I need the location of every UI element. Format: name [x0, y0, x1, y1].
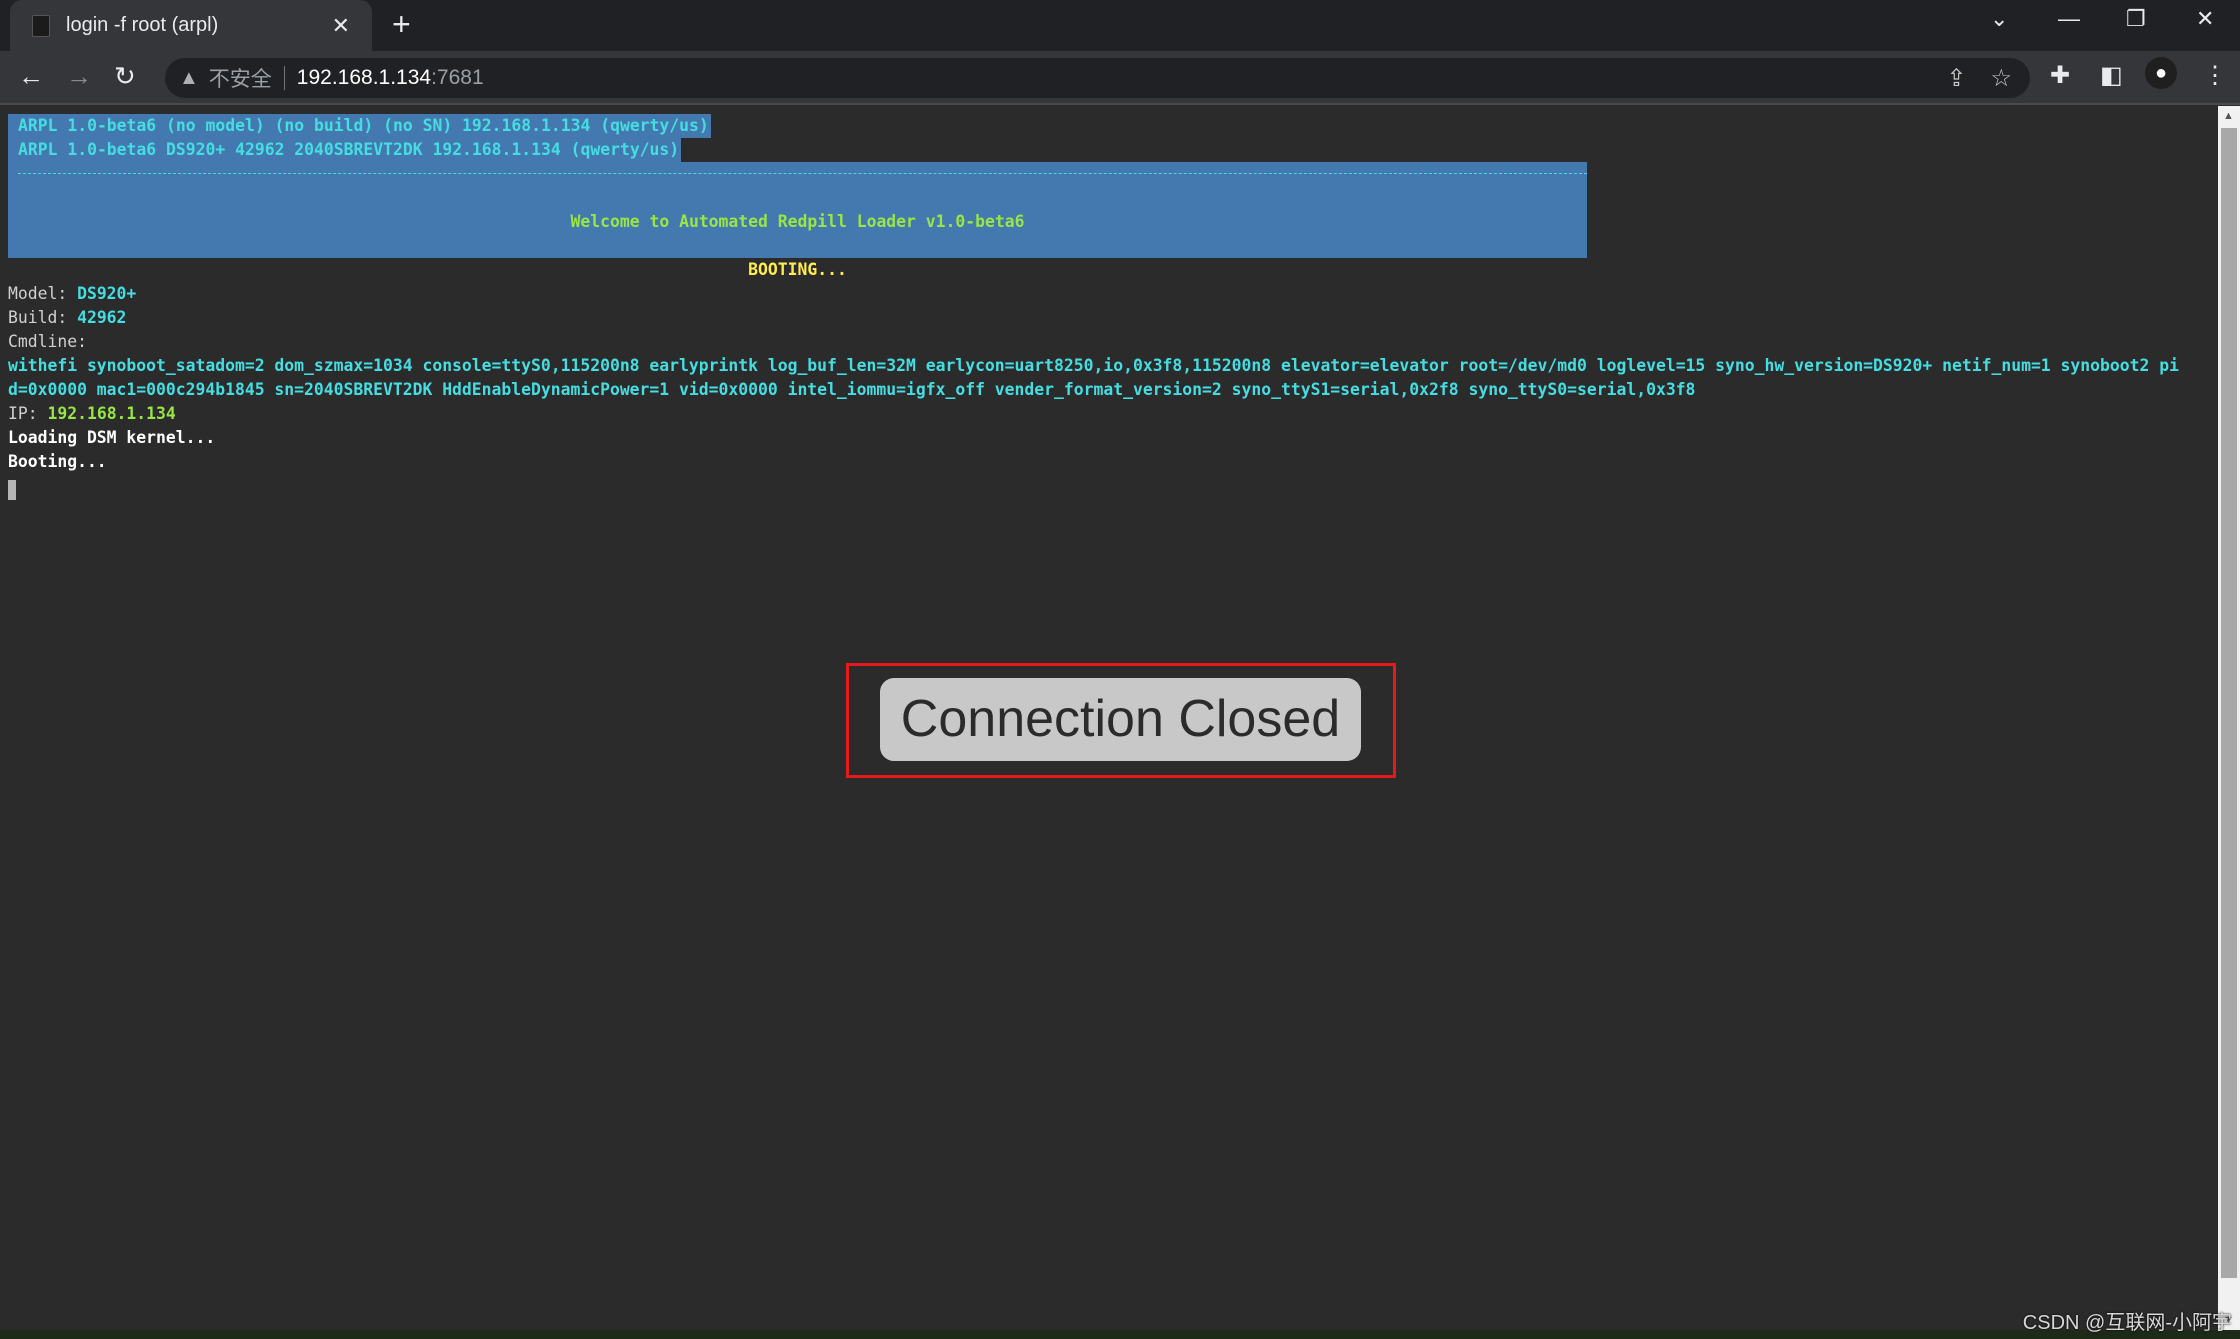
connection-closed-message: Connection Closed: [880, 678, 1361, 761]
toolbar: ← → ↻ ▲ 不安全 192.168.1.134 :7681 ⇪ ☆ ✚ ◧ …: [0, 51, 2240, 105]
cmdline-label: Cmdline:: [8, 332, 87, 351]
terminal-favicon-icon: [32, 14, 50, 37]
reload-icon[interactable]: ↻: [114, 61, 136, 92]
tab-close-icon[interactable]: ✕: [332, 13, 350, 39]
url-host: 192.168.1.134: [296, 66, 432, 89]
model-line: Model: DS920+: [8, 282, 136, 306]
tab-title: login -f root (arpl): [66, 14, 219, 36]
banner-divider: [18, 173, 1587, 174]
watermark: CSDN @互联网-小阿宇: [2022, 1312, 2232, 1334]
url-port: :7681: [431, 66, 484, 89]
back-icon[interactable]: ←: [18, 61, 44, 92]
extensions-puzzle-icon[interactable]: ✚: [2050, 61, 2070, 90]
address-bar[interactable]: ▲ 不安全 192.168.1.134 :7681 ⇪ ☆: [165, 58, 2030, 98]
share-icon[interactable]: ⇪: [1946, 64, 1966, 93]
bookmark-star-icon[interactable]: ☆: [1990, 64, 2012, 93]
tab-strip: login -f root (arpl) ✕ + ⌄ — ❐ ✕: [0, 0, 2240, 51]
booting-banner: BOOTING...: [748, 260, 847, 279]
scrollbar[interactable]: ▲ ▼: [2218, 106, 2240, 1330]
loading-line: Loading DSM kernel...: [8, 428, 216, 447]
restore-icon[interactable]: ❐: [2126, 6, 2146, 32]
status-header-2: ARPL 1.0-beta6 DS920+ 42962 2040SBREVT2D…: [8, 138, 682, 162]
build-value: 42962: [77, 308, 127, 327]
model-value: DS920+: [77, 284, 137, 303]
status-header-1: ARPL 1.0-beta6 (no model) (no build) (no…: [8, 114, 711, 138]
model-label: Model:: [8, 284, 78, 303]
side-panel-icon[interactable]: ◧: [2100, 61, 2123, 90]
connection-closed-highlight: Connection Closed: [846, 663, 1396, 778]
scroll-up-icon[interactable]: ▲: [2223, 110, 2234, 122]
divider: [283, 66, 285, 90]
build-line: Build: 42962: [8, 306, 126, 330]
build-label: Build:: [8, 308, 78, 327]
tab-active[interactable]: login -f root (arpl) ✕: [10, 0, 372, 51]
terminal-cursor: [8, 480, 16, 500]
minimize-icon[interactable]: —: [2058, 6, 2080, 32]
cmdline-line-2: d=0x0000 mac1=000c294b1845 sn=2040SBREVT…: [8, 380, 1696, 399]
warning-icon[interactable]: ▲: [179, 67, 199, 90]
welcome-text: Welcome to Automated Redpill Loader v1.0…: [570, 212, 1025, 231]
profile-avatar-icon[interactable]: ●: [2145, 57, 2177, 89]
scrollbar-thumb[interactable]: [2221, 128, 2237, 1278]
bottom-strip: [0, 1330, 2240, 1339]
ip-value: 192.168.1.134: [47, 404, 176, 423]
menu-kebab-icon[interactable]: ⋮: [2203, 61, 2227, 90]
ip-label: IP:: [8, 404, 48, 423]
forward-icon[interactable]: →: [66, 61, 92, 92]
booting-line: Booting...: [8, 452, 107, 471]
tab-search-chevron-icon[interactable]: ⌄: [1990, 6, 2008, 32]
new-tab-button[interactable]: +: [392, 8, 411, 40]
cmdline-line-1: withefi synoboot_satadom=2 dom_szmax=103…: [8, 356, 2179, 375]
ip-line: IP: 192.168.1.134: [8, 402, 176, 426]
close-window-icon[interactable]: ✕: [2196, 6, 2214, 32]
security-label: 不安全: [208, 68, 272, 91]
